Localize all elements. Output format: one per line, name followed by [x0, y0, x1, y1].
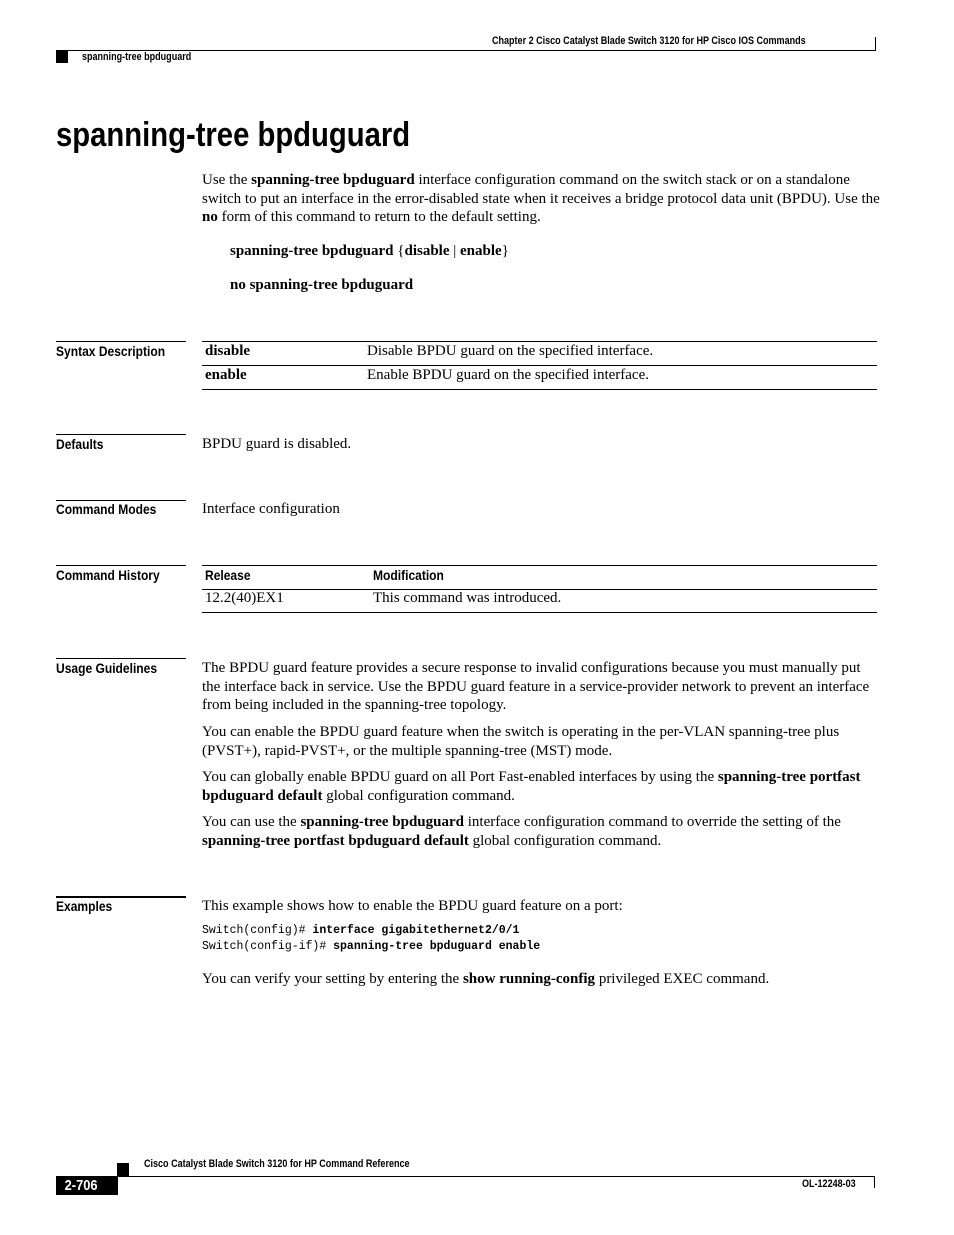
table-rule — [202, 565, 877, 566]
syntax-line-2: no spanning-tree bpduguard — [230, 277, 414, 293]
examples-outro: You can verify your setting by entering … — [202, 971, 770, 987]
column-header-release: Release — [205, 567, 251, 583]
header-tick — [875, 37, 876, 50]
section-rule — [56, 565, 186, 566]
header-marker — [56, 50, 68, 63]
syntax-line-1: spanning-tree bpduguard {disable | enabl… — [230, 243, 509, 259]
running-title: spanning-tree bpduguard — [82, 51, 192, 63]
code-line: Switch(config-if)# spanning-tree bpdugua… — [202, 940, 541, 953]
defaults-text: BPDU guard is disabled. — [202, 436, 352, 452]
table-rule — [202, 389, 877, 390]
section-label-examples: Examples — [56, 898, 113, 914]
usage-paragraph-3: You can globally enable BPDU guard on al… — [202, 769, 861, 804]
syntax-keyword: enable — [205, 367, 247, 383]
chapter-header: Chapter 2 Cisco Catalyst Blade Switch 31… — [492, 35, 806, 47]
examples-intro: This example shows how to enable the BPD… — [202, 898, 623, 914]
intro-paragraph: Use the spanning-tree bpduguard interfac… — [202, 172, 880, 225]
footer-rule — [117, 1176, 875, 1177]
usage-paragraph-1: The BPDU guard feature provides a secure… — [202, 660, 870, 713]
section-label-command-modes: Command Modes — [56, 501, 157, 517]
usage-paragraph-4: You can use the spanning-tree bpduguard … — [202, 814, 841, 849]
syntax-description: Disable BPDU guard on the specified inte… — [367, 343, 654, 359]
command-modes-text: Interface configuration — [202, 501, 340, 517]
section-label-command-history: Command History — [56, 567, 160, 583]
section-label-usage-guidelines: Usage Guidelines — [56, 660, 158, 676]
section-rule — [56, 341, 186, 342]
footer-book-title: Cisco Catalyst Blade Switch 3120 for HP … — [144, 1158, 410, 1170]
section-rule — [56, 658, 186, 659]
usage-paragraph-2: You can enable the BPDU guard feature wh… — [202, 724, 840, 759]
page-title: spanning-tree bpduguard — [56, 116, 411, 154]
syntax-description: Enable BPDU guard on the specified inter… — [367, 367, 649, 383]
section-rule — [56, 434, 186, 435]
page-number: 2-706 — [64, 1177, 98, 1194]
table-rule — [202, 612, 877, 613]
column-header-modification: Modification — [373, 567, 444, 583]
footer-doc-id: OL-12248-03 — [802, 1178, 856, 1190]
syntax-keyword: disable — [205, 343, 251, 359]
code-line: Switch(config)# interface gigabitetherne… — [202, 924, 520, 937]
history-release: 12.2(40)EX1 — [205, 590, 284, 606]
footer-marker — [117, 1163, 129, 1177]
history-modification: This command was introduced. — [373, 590, 562, 606]
page-number-box: 2-706 — [56, 1176, 118, 1195]
section-label-defaults: Defaults — [56, 436, 104, 452]
footer-tick — [874, 1176, 875, 1188]
section-label-syntax-description: Syntax Description — [56, 343, 166, 359]
